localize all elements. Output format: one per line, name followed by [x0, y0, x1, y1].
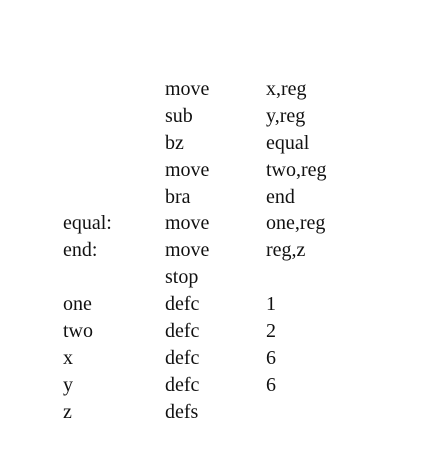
line-opcode: move: [165, 78, 210, 100]
line-operand: 1: [266, 293, 276, 316]
code-line: move x,reg: [0, 76, 422, 103]
line-opcode: move: [165, 239, 210, 262]
code-line: one defc 1: [0, 291, 422, 318]
line-opcode: defc: [165, 346, 200, 369]
line-opcode: defs: [165, 400, 199, 423]
line-opcode: stop: [165, 266, 199, 289]
line-operand: 6: [266, 346, 276, 369]
line-opcode: sub: [165, 104, 193, 127]
code-line: y defc 6: [0, 372, 422, 399]
line-label: two: [63, 320, 93, 343]
line-label: one: [63, 293, 92, 316]
line-label: z: [63, 400, 72, 423]
code-line: equal: move one,reg: [0, 210, 422, 237]
code-line: sub y,reg: [0, 103, 422, 130]
line-operand: equal: [266, 131, 310, 154]
line-operand: two,reg: [266, 158, 327, 181]
line-label: x: [63, 346, 73, 369]
line-operand: x,reg: [266, 78, 307, 100]
line-operand: reg,z: [266, 239, 306, 262]
code-line: end: move reg,z: [0, 237, 422, 264]
line-opcode: defc: [165, 373, 200, 396]
code-line: bra end: [0, 184, 422, 211]
line-operand: y,reg: [266, 104, 306, 127]
line-opcode: bra: [165, 185, 191, 208]
line-opcode: move: [165, 158, 210, 181]
code-line: bz equal: [0, 130, 422, 157]
code-line: move two,reg: [0, 157, 422, 184]
line-operand: end: [266, 185, 295, 208]
code-line: two defc 2: [0, 318, 422, 345]
assembly-listing: move x,reg sub y,reg bz equal move two,r…: [0, 76, 422, 426]
line-operand: one,reg: [266, 212, 326, 235]
line-opcode: defc: [165, 293, 200, 316]
line-opcode: defc: [165, 320, 200, 343]
line-operand: 2: [266, 320, 276, 343]
code-line: z defs: [0, 399, 422, 426]
code-line: x defc 6: [0, 345, 422, 372]
line-operand: 6: [266, 373, 276, 396]
line-opcode: move: [165, 212, 210, 235]
code-line: stop: [0, 264, 422, 291]
line-label: y: [63, 373, 73, 396]
line-opcode: bz: [165, 131, 184, 154]
line-label: end:: [63, 239, 98, 262]
line-label: equal:: [63, 212, 112, 235]
